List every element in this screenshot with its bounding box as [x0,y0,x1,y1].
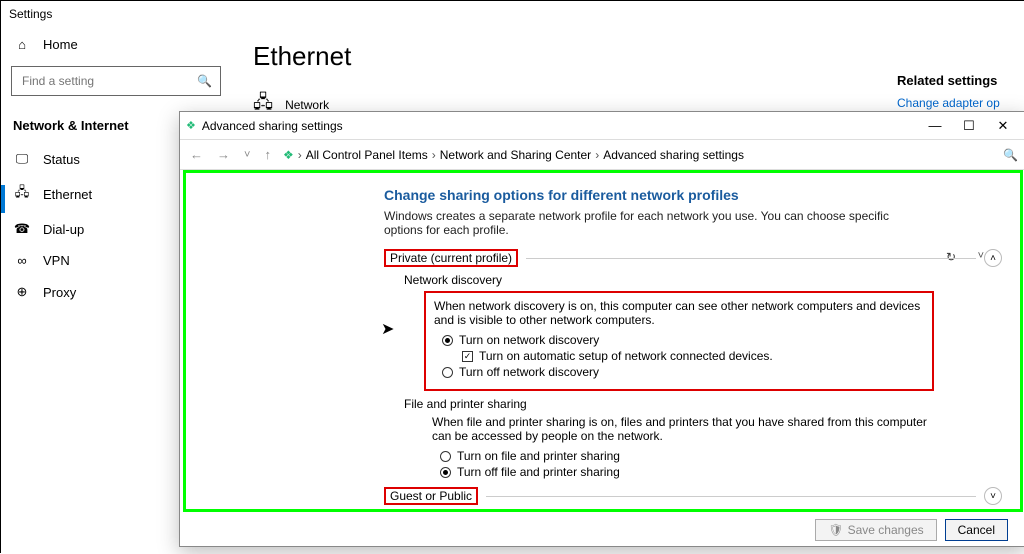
breadcrumb-item[interactable]: Network and Sharing Center [440,148,591,162]
minimize-button[interactable]: — [918,118,952,133]
advanced-sharing-window: ❖ Advanced sharing settings — ☐ ✕ ← → ˅ … [179,111,1024,547]
private-profile-label: Private (current profile) [384,249,518,267]
breadcrumb[interactable]: ❖ All Control Panel Items Network and Sh… [283,148,990,162]
radio-fps-on[interactable]: Turn on file and printer sharing [440,449,942,463]
close-button[interactable]: ✕ [986,118,1020,134]
breadcrumb-icon: ❖ [283,148,294,162]
breadcrumb-item[interactable]: Advanced sharing settings [603,148,744,162]
related-heading: Related settings [897,73,1017,88]
profile-guest-row[interactable]: Guest or Public ˅ [384,487,1002,505]
window-body: Change sharing options for different net… [183,170,1023,512]
vpn-icon: ∞ [13,253,31,268]
guest-profile-label: Guest or Public [384,487,478,505]
related-settings: Related settings Change adapter op [897,73,1017,110]
network-discovery-box: When network discovery is on, this compu… [424,291,934,391]
back-button[interactable]: ← [188,147,205,162]
radio-fps-off[interactable]: Turn off file and printer sharing [440,465,942,479]
forward-button[interactable]: → [215,147,232,162]
page-title: Change sharing options for different net… [384,187,1002,203]
radio-icon [442,367,453,378]
page-heading: Ethernet [253,41,351,72]
up-button[interactable]: ↑ [262,147,273,162]
sidebar-home-label: Home [43,37,78,52]
window-title: Advanced sharing settings [202,119,343,133]
ethernet-icon: 🖧 [13,183,31,205]
save-label: Save changes [848,523,924,537]
radio-nd-off[interactable]: Turn off network discovery [442,365,926,379]
save-button: 🛡 Save changes [815,519,936,541]
status-icon: 🖵 [13,151,31,167]
nd-desc: When network discovery is on, this compu… [434,299,926,327]
checkbox-icon: ✓ [462,351,473,362]
main-pane: Ethernet 🖧 Network [253,29,351,120]
radio-nd-on[interactable]: Turn on network discovery [442,333,926,347]
cancel-button[interactable]: Cancel [945,519,1008,541]
network-label: Network [285,98,329,112]
search-input-wrap[interactable]: 🔍 [11,66,221,96]
window-titlebar[interactable]: ❖ Advanced sharing settings — ☐ ✕ [180,112,1024,140]
radio-label: Turn on network discovery [459,333,599,347]
file-printer-head: File and printer sharing [404,397,1002,411]
active-indicator [1,185,5,213]
maximize-button[interactable]: ☐ [952,118,986,134]
dialup-icon: ☎ [13,221,31,237]
breadcrumb-item[interactable]: All Control Panel Items [306,148,428,162]
search-icon: 🔍 [197,74,212,88]
window-icon: ❖ [186,119,196,132]
search-icon[interactable]: 🔍 [1000,148,1018,162]
search-input[interactable] [20,73,197,89]
file-printer-box: When file and printer sharing is on, fil… [432,415,942,479]
sidebar-item-label: Ethernet [43,187,92,202]
profile-private-row[interactable]: Private (current profile) ˄ [384,249,1002,267]
link-change-adapter[interactable]: Change adapter op [897,96,1000,110]
recent-button[interactable]: ˅ [242,149,252,161]
nav-bar: ← → ˅ ↑ ❖ All Control Panel Items Networ… [180,140,1024,170]
chevron-down-icon[interactable]: ˅ [984,487,1002,505]
radio-icon [440,467,451,478]
home-icon: ⌂ [13,37,31,52]
radio-label: Turn off file and printer sharing [457,465,620,479]
radio-icon [442,335,453,346]
proxy-icon: ⊕ [13,284,31,300]
shield-icon: 🛡 [828,523,843,537]
sidebar-item-label: VPN [43,253,70,268]
checkbox-label: Turn on automatic setup of network conne… [479,349,773,363]
window-footer: 🛡 Save changes Cancel [180,514,1024,546]
radio-label: Turn on file and printer sharing [457,449,620,463]
checkbox-nd-auto[interactable]: ✓ Turn on automatic setup of network conn… [442,349,926,363]
chevron-up-icon[interactable]: ˄ [984,249,1002,267]
network-discovery-head: Network discovery [404,273,1002,287]
page-desc: Windows creates a separate network profi… [384,209,904,237]
radio-icon [440,451,451,462]
radio-label: Turn off network discovery [459,365,599,379]
sidebar-item-label: Proxy [43,285,76,300]
sidebar-item-label: Status [43,152,80,167]
sidebar-home[interactable]: ⌂ Home [1,29,231,60]
fps-desc: When file and printer sharing is on, fil… [432,415,942,443]
sidebar-item-label: Dial-up [43,222,84,237]
settings-title: Settings [9,7,52,21]
